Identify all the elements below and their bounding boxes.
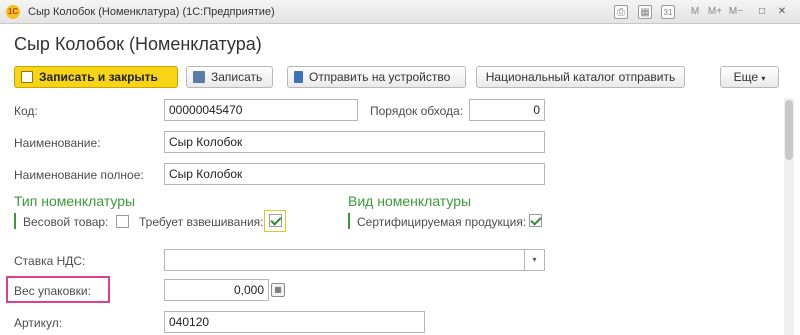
restore-icon[interactable]: □ bbox=[756, 5, 768, 19]
certified-label: Сертифицируемая продукция: bbox=[357, 215, 527, 229]
vertical-scrollbar[interactable] bbox=[784, 98, 794, 335]
more-button[interactable]: Еще ▾ bbox=[720, 66, 779, 88]
name-label: Наименование: bbox=[14, 136, 101, 150]
article-field[interactable]: 040120 bbox=[164, 311, 425, 333]
scrollbar-thumb[interactable] bbox=[785, 100, 793, 160]
memory-m-button[interactable]: M bbox=[690, 5, 700, 19]
window-title: Сыр Колобок (Номенклатура) (1С:Предприят… bbox=[28, 6, 275, 18]
print-icon[interactable]: ⎙ bbox=[614, 5, 628, 19]
requires-weighing-checkbox[interactable] bbox=[269, 214, 282, 227]
close-icon[interactable]: ✕ bbox=[776, 5, 788, 19]
code-field[interactable]: 00000045470 bbox=[164, 99, 358, 121]
floppy-disk-icon bbox=[193, 71, 205, 83]
vat-select[interactable]: ▾ bbox=[164, 249, 545, 271]
chevron-down-icon: ▾ bbox=[761, 74, 766, 83]
send-to-device-label: Отправить на устройство bbox=[309, 70, 451, 84]
kind-group-title: Вид номенклатуры bbox=[348, 193, 472, 209]
table-icon[interactable]: ▦ bbox=[638, 5, 652, 19]
type-group-title: Тип номенклатуры bbox=[14, 193, 136, 209]
calendar-icon[interactable]: 31 bbox=[661, 5, 675, 19]
article-label: Артикул: bbox=[14, 316, 63, 330]
code-label: Код: bbox=[14, 104, 38, 118]
save-label: Записать bbox=[211, 70, 263, 84]
national-catalog-send-button[interactable]: Национальный каталог отправить bbox=[476, 66, 685, 88]
calculator-icon[interactable]: ▦ bbox=[271, 283, 285, 297]
order-field[interactable]: 0 bbox=[469, 99, 545, 121]
order-label: Порядок обхода: bbox=[370, 104, 464, 118]
memory-plus-button[interactable]: M+ bbox=[706, 5, 724, 19]
pack-weight-label: Вес упаковки: bbox=[14, 284, 91, 298]
document-icon bbox=[21, 71, 33, 83]
type-group-bar bbox=[14, 213, 16, 229]
name-field[interactable]: Сыр Колобок bbox=[164, 131, 545, 153]
app-logo-icon: 1С bbox=[6, 5, 20, 19]
vat-label: Ставка НДС: bbox=[14, 254, 86, 268]
full-name-field[interactable]: Сыр Колобок bbox=[164, 163, 545, 185]
page-title: Сыр Колобок (Номенклатура) bbox=[14, 34, 262, 54]
save-button[interactable]: Записать bbox=[186, 66, 273, 88]
chevron-down-icon[interactable]: ▾ bbox=[524, 250, 544, 270]
weighted-label: Весовой товар: bbox=[23, 215, 109, 229]
save-and-close-label: Записать и закрыть bbox=[39, 70, 158, 84]
full-name-label: Наименование полное: bbox=[14, 168, 144, 182]
save-and-close-button[interactable]: Записать и закрыть bbox=[14, 66, 178, 88]
window-titlebar: 1С Сыр Колобок (Номенклатура) (1С:Предпр… bbox=[0, 0, 800, 24]
device-icon bbox=[294, 71, 303, 83]
kind-group-bar bbox=[348, 213, 350, 229]
certified-checkbox[interactable] bbox=[529, 214, 542, 227]
memory-minus-button[interactable]: M− bbox=[728, 5, 744, 19]
pack-weight-field[interactable]: 0,000 bbox=[164, 279, 269, 301]
send-to-device-button[interactable]: Отправить на устройство bbox=[287, 66, 466, 88]
more-label: Еще bbox=[733, 70, 759, 84]
requires-weighing-label: Требует взвешивания: bbox=[139, 215, 264, 229]
weighted-checkbox[interactable] bbox=[116, 215, 129, 228]
